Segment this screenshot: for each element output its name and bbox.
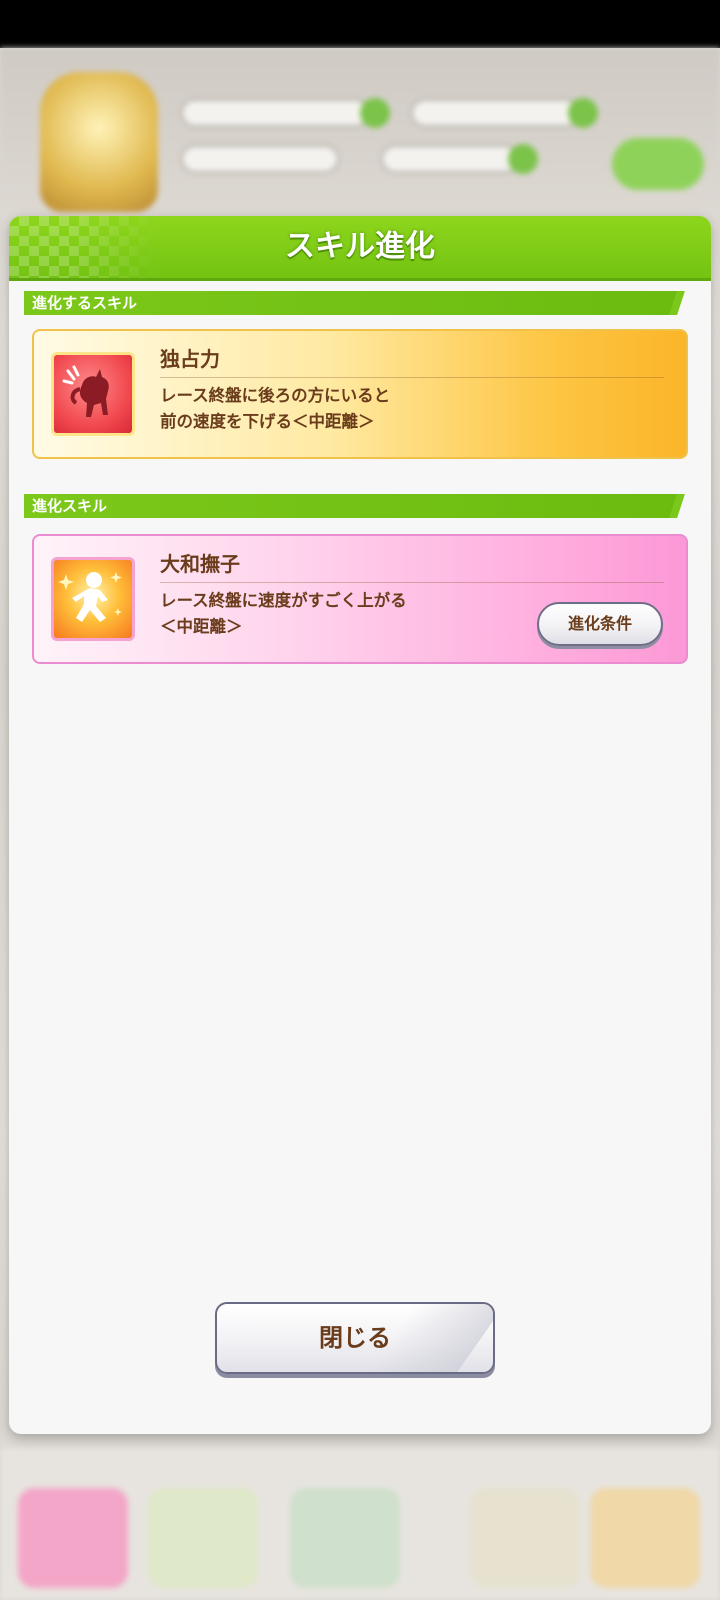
skill-description-line: ＜中距離＞ (160, 617, 243, 636)
skill-card-source[interactable]: 独占力 レース終盤に後ろの方にいると 前の速度を下げる＜中距離＞ (32, 329, 688, 459)
skill-description-line: レース終盤に速度がすごく上がる (160, 591, 407, 610)
skill-divider (160, 377, 664, 378)
background-tp-bar (410, 98, 580, 128)
dialog-title: スキル進化 (285, 229, 435, 264)
close-button-label: 閉じる (319, 1324, 391, 1352)
background-stamina-bar (180, 98, 370, 128)
skill-name: 独占力 (160, 347, 220, 371)
skill-description: レース終盤に速度がすごく上がる ＜中距離＞ (160, 588, 540, 640)
background-plus-icon (508, 144, 538, 174)
close-button[interactable]: 閉じる (215, 1302, 495, 1374)
evolution-condition-button[interactable]: 進化条件 (537, 602, 663, 646)
skill-name: 大和撫子 (160, 552, 240, 576)
background-jewel-bar (380, 144, 520, 174)
background-rank-emblem (40, 72, 158, 212)
section-label-text: 進化スキル (32, 497, 108, 515)
background-bottom-nav (0, 1448, 720, 1600)
section-label-evolved-skill: 進化スキル (24, 494, 684, 518)
skill-description-line: レース終盤に後ろの方にいると (160, 386, 391, 405)
skill-description-line: 前の速度を下げる＜中距離＞ (160, 412, 375, 431)
running-horse-sparkle-icon (51, 557, 135, 641)
skill-card-evolved[interactable]: 大和撫子 レース終盤に速度がすごく上がる ＜中距離＞ 進化条件 (32, 534, 688, 664)
section-label-evolving-skill: 進化するスキル (24, 291, 684, 315)
background-plus-icon (360, 98, 390, 128)
horse-silhouette-sweat-icon (51, 352, 135, 436)
skill-evolution-dialog: スキル進化 進化するスキル 独占力 レース終盤に後ろの方にいると 前の速度を下げ… (9, 216, 711, 1434)
background-plus-icon (568, 98, 598, 128)
status-bar (0, 0, 720, 48)
background-menu-button (612, 138, 704, 190)
section-label-text: 進化するスキル (32, 294, 138, 312)
skill-divider (160, 582, 664, 583)
background-money-bar (180, 144, 340, 174)
dialog-header: スキル進化 (9, 216, 711, 281)
skill-description: レース終盤に後ろの方にいると 前の速度を下げる＜中距離＞ (160, 383, 540, 435)
